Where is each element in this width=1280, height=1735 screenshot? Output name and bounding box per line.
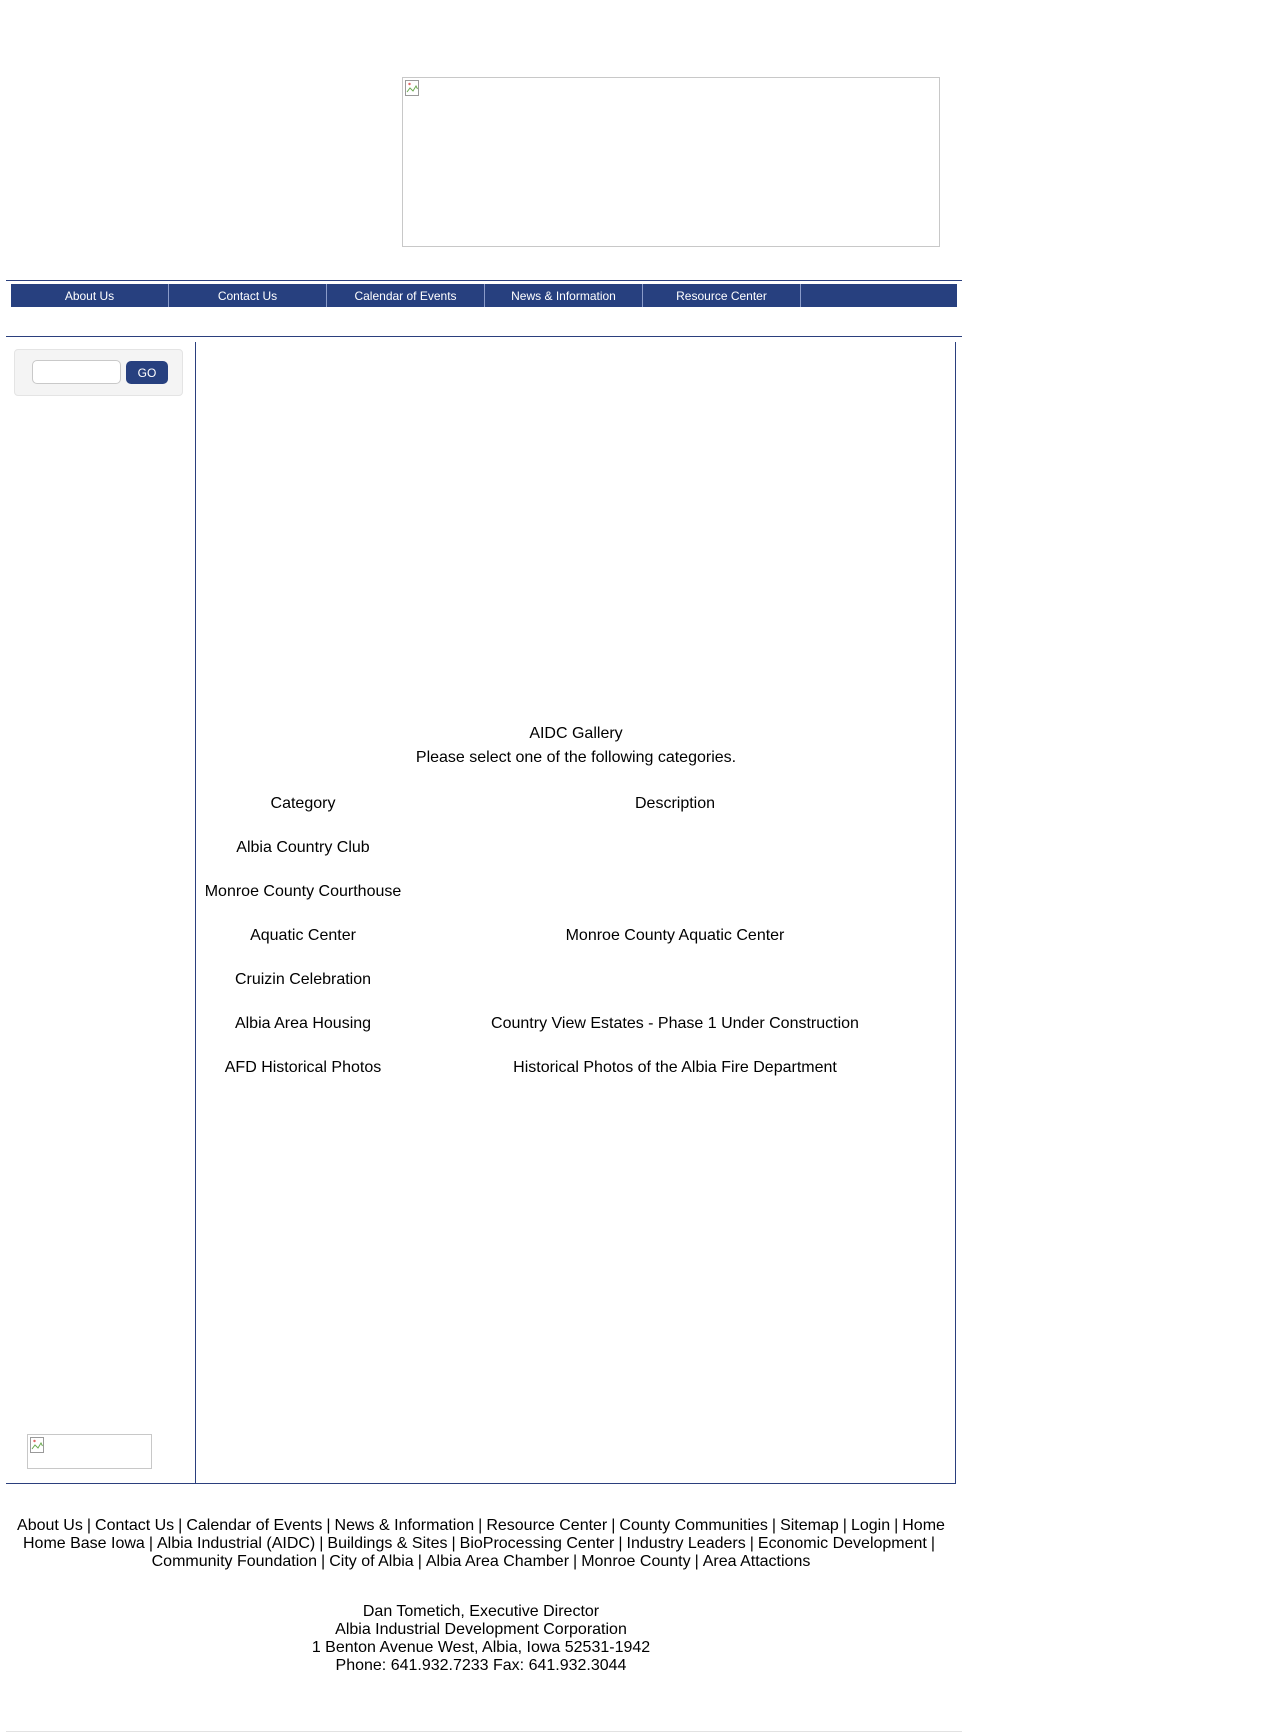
category-link[interactable]: Aquatic Center bbox=[196, 927, 410, 945]
contact-name: Dan Tometich, Executive Director bbox=[362, 1603, 600, 1620]
footer-link-resource-center[interactable]: Resource Center bbox=[486, 1517, 607, 1534]
footer-link-login[interactable]: Login bbox=[851, 1517, 890, 1534]
footer-separator: | bbox=[930, 1535, 936, 1552]
content-bottom-rule bbox=[6, 1483, 956, 1484]
footer-links-line-1: About Us | Contact Us | Calendar of Events | N… bbox=[0, 1517, 962, 1535]
footer-separator: | bbox=[694, 1553, 699, 1570]
nav-item-calendar-of-events[interactable]: Calendar of Events bbox=[327, 284, 485, 307]
sidebar-image bbox=[27, 1434, 152, 1469]
footer-link-area-attactions[interactable]: Area Attactions bbox=[703, 1553, 811, 1570]
footer-separator: | bbox=[451, 1535, 456, 1552]
footer-link-industry-leaders[interactable]: Industry Leaders bbox=[627, 1535, 746, 1552]
footer-link-economic-development[interactable]: Economic Development bbox=[758, 1535, 927, 1552]
footer-link-contact-us[interactable]: Contact Us bbox=[95, 1517, 174, 1534]
contact-phone: Phone: 641.932.7233 Fax: 641.932.3044 bbox=[335, 1657, 627, 1674]
footer-link-community-foundation[interactable]: Community Foundation bbox=[152, 1553, 317, 1570]
footer-separator: | bbox=[321, 1553, 326, 1570]
footer-link-sitemap[interactable]: Sitemap bbox=[780, 1517, 839, 1534]
search-input[interactable] bbox=[32, 360, 121, 384]
footer-link-city-of-albia[interactable]: City of Albia bbox=[329, 1553, 413, 1570]
footer-separator: | bbox=[894, 1517, 899, 1534]
gallery-subtitle: Please select one of the following categ… bbox=[415, 749, 737, 766]
content-left-border bbox=[195, 342, 196, 1484]
footer-link-county-communities[interactable]: County Communities bbox=[619, 1517, 768, 1534]
nav-item-resource-center[interactable]: Resource Center bbox=[643, 284, 801, 307]
footer-separator: | bbox=[618, 1535, 623, 1552]
footer-separator: | bbox=[842, 1517, 847, 1534]
contact-address: 1 Benton Avenue West, Albia, Iowa 52531-… bbox=[311, 1639, 651, 1656]
footer-link-news-information[interactable]: News & Information bbox=[335, 1517, 475, 1534]
category-link[interactable]: Albia Country Club bbox=[196, 839, 410, 857]
footer-link-home-base-iowa[interactable]: Home Base Iowa bbox=[23, 1535, 145, 1552]
nav-item-contact-us[interactable]: Contact Us bbox=[169, 284, 327, 307]
footer-separator: | bbox=[326, 1517, 331, 1534]
footer-separator: | bbox=[749, 1535, 754, 1552]
footer-link-monroe-county[interactable]: Monroe County bbox=[581, 1553, 690, 1570]
footer-links-line-3: Community Foundation | City of Albia | Albia… bbox=[0, 1553, 962, 1571]
nav-top-rule bbox=[6, 280, 962, 281]
footer-separator: | bbox=[319, 1535, 324, 1552]
category-link[interactable]: Albia Area Housing bbox=[196, 1015, 410, 1033]
category-description: Monroe County Aquatic Center bbox=[565, 927, 785, 944]
footer-separator: | bbox=[611, 1517, 616, 1534]
footer-link-buildings-sites[interactable]: Buildings & Sites bbox=[327, 1535, 447, 1552]
nav-item-news-information[interactable]: News & Information bbox=[485, 284, 643, 307]
content-right-border bbox=[955, 342, 956, 1484]
footer-separator: | bbox=[573, 1553, 578, 1570]
header-banner-image bbox=[402, 77, 940, 247]
nav-item-about-us[interactable]: About Us bbox=[11, 284, 169, 307]
broken-image-icon bbox=[405, 80, 419, 96]
description-header: Description bbox=[634, 795, 716, 812]
category-link[interactable]: AFD Historical Photos bbox=[196, 1059, 410, 1077]
footer-link-albia-area-chamber[interactable]: Albia Area Chamber bbox=[426, 1553, 569, 1570]
category-link[interactable]: Monroe County Courthouse bbox=[196, 883, 410, 901]
footer-link-albia-industrial[interactable]: Albia Industrial (AIDC) bbox=[157, 1535, 315, 1552]
category-description: Historical Photos of the Albia Fire Depa… bbox=[513, 1059, 837, 1076]
footer-link-calendar-of-events[interactable]: Calendar of Events bbox=[186, 1517, 322, 1534]
footer-separator: | bbox=[478, 1517, 483, 1534]
footer-link-bioprocessing-center[interactable]: BioProcessing Center bbox=[460, 1535, 615, 1552]
nav-bottom-rule bbox=[6, 336, 962, 337]
category-description: Country View Estates - Phase 1 Under Con… bbox=[491, 1015, 859, 1032]
category-link[interactable]: Cruizin Celebration bbox=[196, 971, 410, 989]
category-header: Category bbox=[270, 795, 336, 812]
search-box: GO bbox=[14, 349, 183, 396]
go-button[interactable]: GO bbox=[126, 361, 168, 384]
footer-separator: | bbox=[148, 1535, 153, 1552]
footer-link-about-us[interactable]: About Us bbox=[17, 1517, 83, 1534]
footer-separator: | bbox=[417, 1553, 422, 1570]
main-nav: About Us Contact Us Calendar of Events N… bbox=[11, 284, 957, 307]
footer-link-home[interactable]: Home bbox=[902, 1517, 945, 1534]
footer-links-line-2: Home Base Iowa | Albia Industrial (AIDC) | B… bbox=[0, 1535, 962, 1553]
footer-separator: | bbox=[86, 1517, 92, 1534]
footer-bottom-rule bbox=[6, 1731, 962, 1732]
gallery-title: AIDC Gallery bbox=[529, 725, 623, 742]
footer-separator: | bbox=[178, 1517, 183, 1534]
footer-separator: | bbox=[771, 1517, 777, 1534]
contact-organization: Albia Industrial Development Corporation bbox=[335, 1621, 627, 1638]
broken-image-icon bbox=[30, 1437, 44, 1453]
